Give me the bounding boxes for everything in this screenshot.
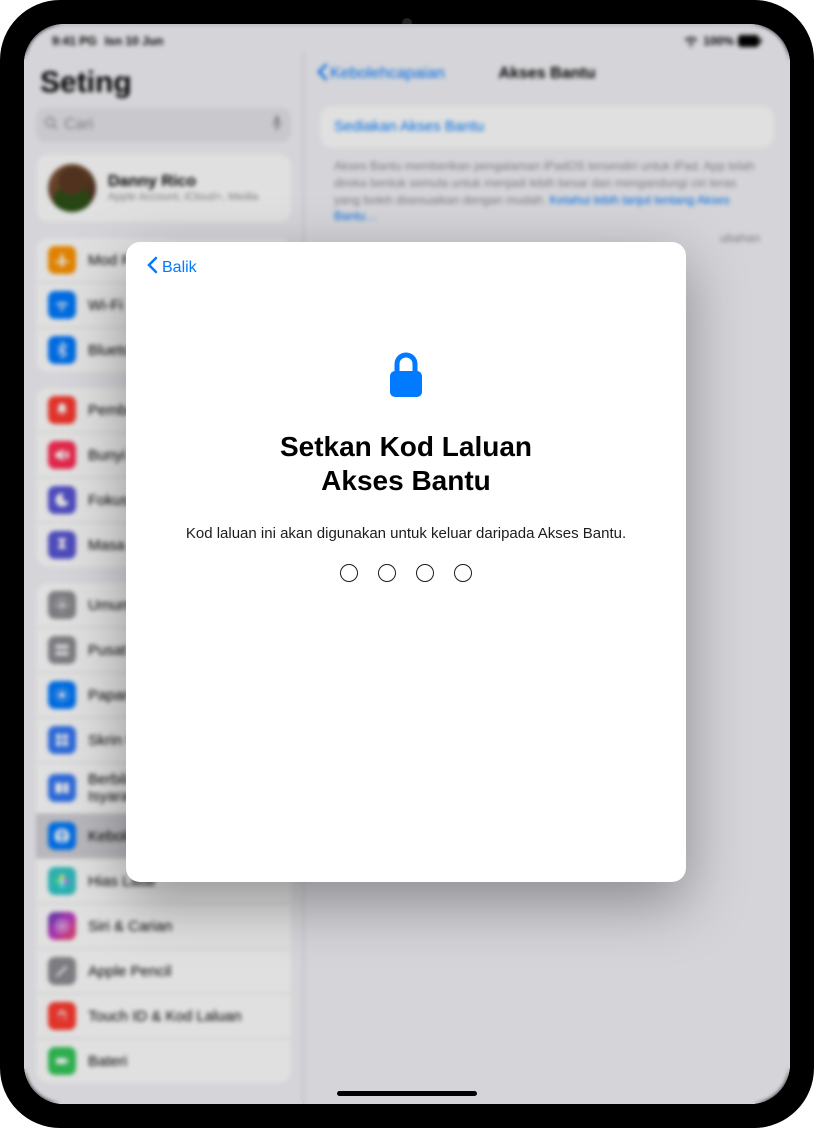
modal-back-button[interactable]: Balik xyxy=(146,256,197,279)
passcode-dot xyxy=(454,564,472,582)
home-indicator[interactable] xyxy=(337,1091,477,1096)
lock-icon xyxy=(384,349,428,406)
passcode-input[interactable] xyxy=(340,564,472,582)
passcode-dot xyxy=(416,564,434,582)
passcode-modal: Balik Setkan Kod Laluan Akses Bantu Kod … xyxy=(126,242,686,882)
modal-title: Setkan Kod Laluan Akses Bantu xyxy=(280,430,532,497)
passcode-dot xyxy=(340,564,358,582)
modal-back-label: Balik xyxy=(162,259,197,277)
chevron-left-icon xyxy=(146,256,158,279)
passcode-dot xyxy=(378,564,396,582)
modal-description: Kod laluan ini akan digunakan untuk kelu… xyxy=(186,525,626,542)
